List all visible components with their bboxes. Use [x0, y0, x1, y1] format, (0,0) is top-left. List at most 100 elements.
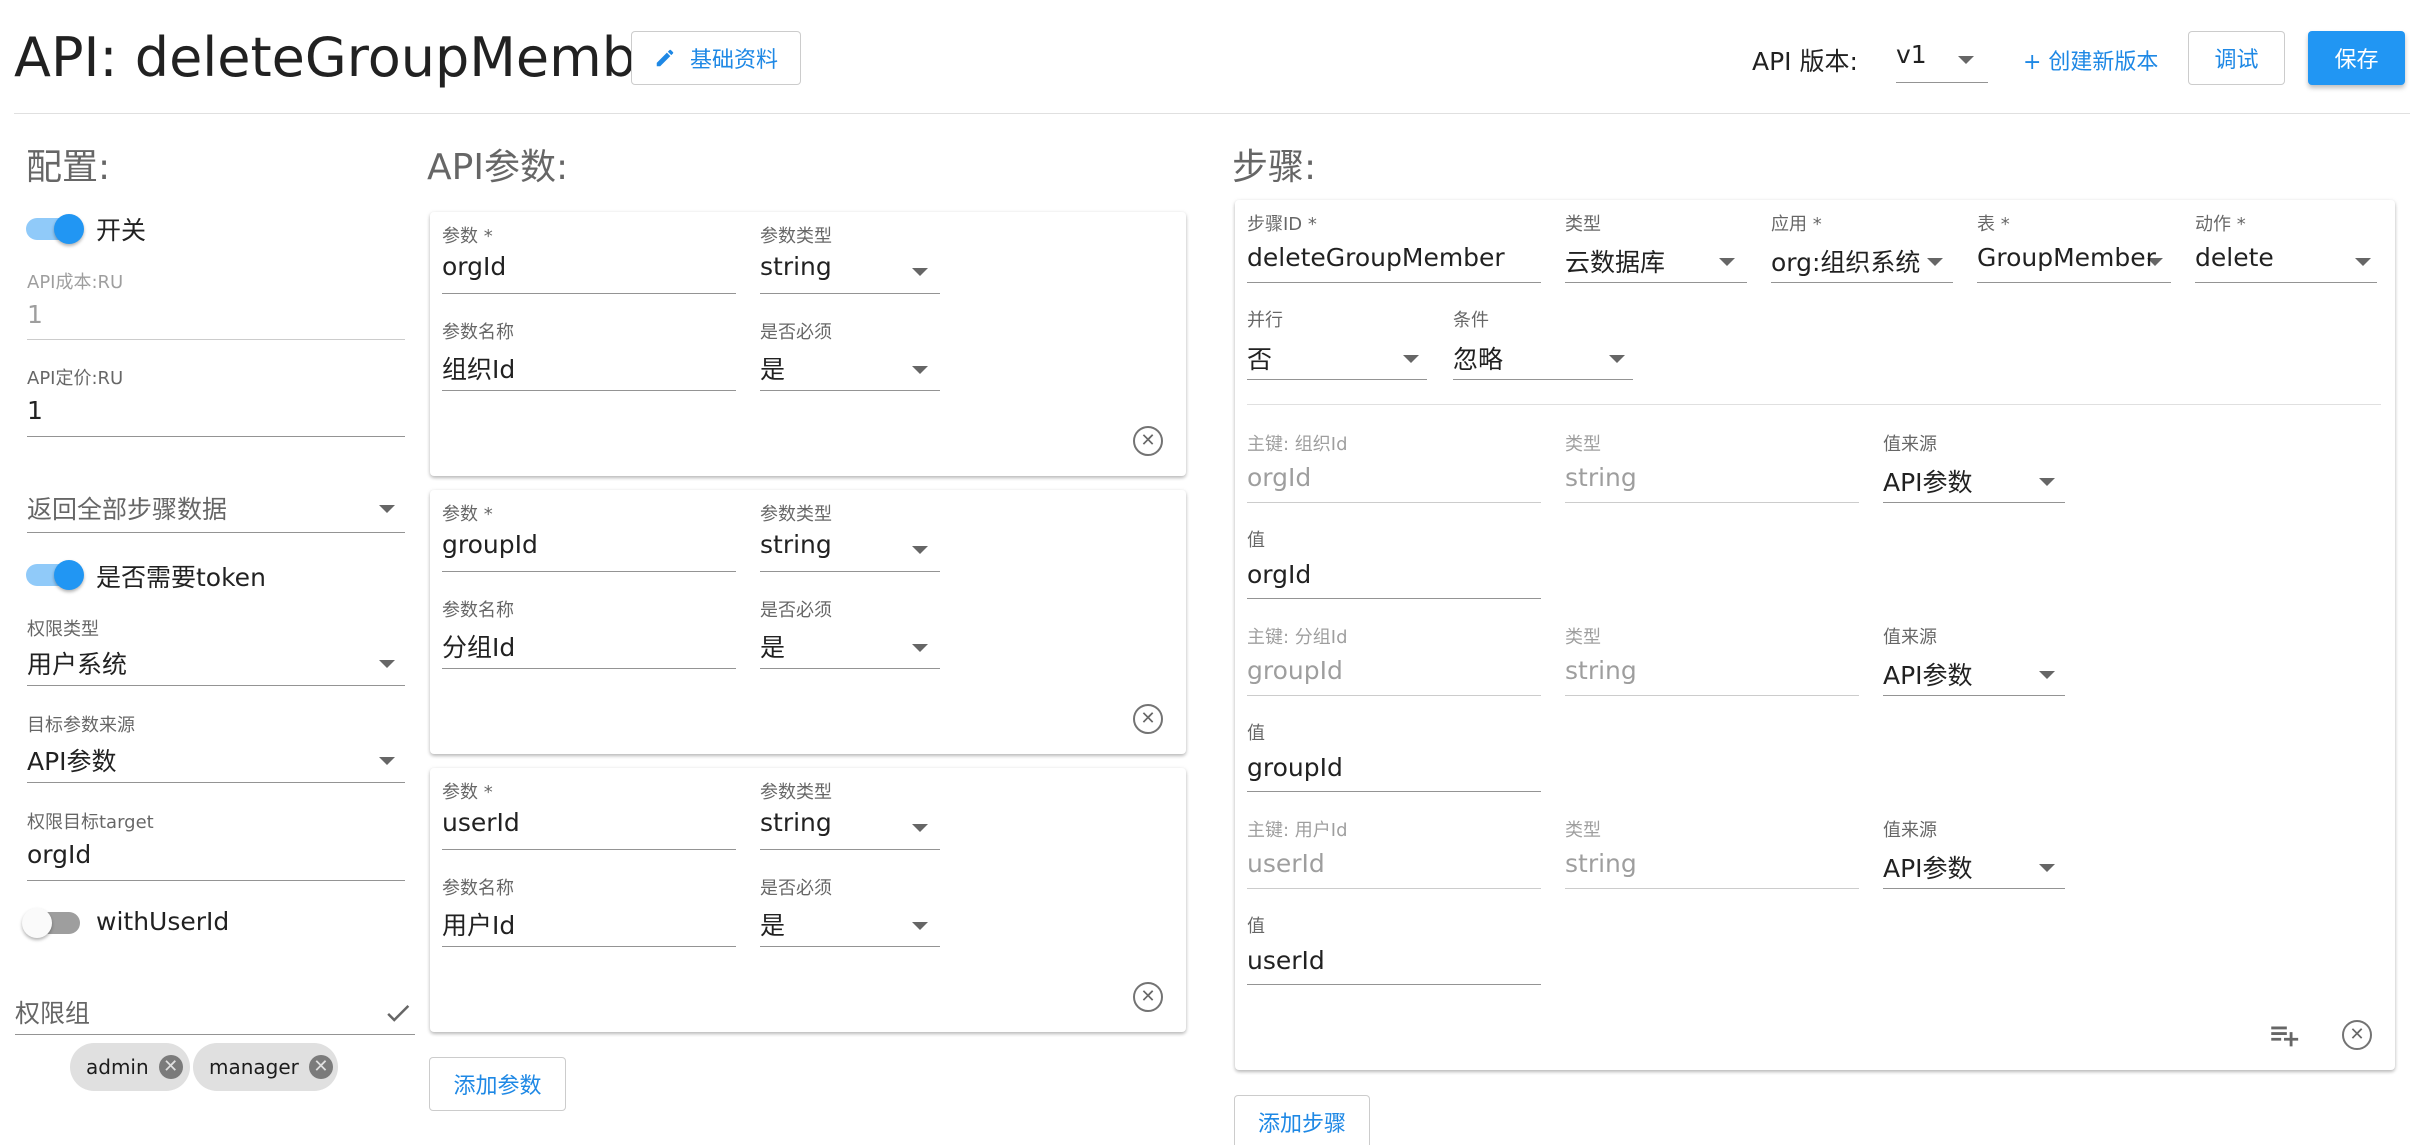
value-input[interactable]: userId	[1247, 946, 1325, 975]
chevron-down-icon	[1609, 355, 1625, 363]
required-label: 是否必须	[760, 600, 832, 621]
chip-manager: manager ✕	[193, 1043, 338, 1091]
param-card: 参数 * groupId 参数类型 string 参数名称 分组Id 是否必须 …	[430, 490, 1186, 754]
save-button[interactable]: 保存	[2308, 31, 2405, 85]
required-label: 是否必须	[760, 878, 832, 899]
config-title: 配置:	[26, 147, 111, 188]
source-select[interactable]: API参数	[1883, 849, 2065, 889]
key-label: 主键: 分组Id	[1247, 627, 1348, 648]
param-underline	[442, 849, 736, 850]
key-type-underline	[1565, 502, 1859, 503]
remove-step-icon[interactable]: ✕	[2342, 1020, 2372, 1050]
chevron-down-icon	[912, 824, 928, 832]
param-name-label: 参数名称	[442, 600, 514, 621]
value-input[interactable]: orgId	[1247, 560, 1311, 589]
required-underline	[760, 946, 940, 947]
param-name-input[interactable]: 组织Id	[442, 350, 515, 386]
parallel-select[interactable]: 否	[1247, 340, 1427, 380]
switch-toggle[interactable]	[26, 212, 86, 246]
param-type-underline	[760, 293, 940, 294]
condition-select[interactable]: 忽略	[1453, 340, 1633, 380]
app-select[interactable]: org:组织系统	[1771, 243, 1953, 283]
required-select[interactable]: 是	[760, 906, 940, 948]
source-select[interactable]: API参数	[1883, 656, 2065, 696]
create-version-link[interactable]: + 创建新版本	[2023, 44, 2158, 76]
target-source-label: 目标参数来源	[27, 715, 135, 736]
type-select[interactable]: 云数据库	[1565, 243, 1747, 283]
chevron-down-icon	[379, 660, 395, 668]
param-type-select[interactable]: string	[760, 252, 940, 294]
source-underline	[1883, 502, 2065, 503]
source-select[interactable]: API参数	[1883, 463, 2065, 503]
check-icon[interactable]	[383, 998, 413, 1028]
param-input[interactable]: groupId	[442, 530, 538, 559]
param-type-underline	[760, 849, 940, 850]
key-underline	[1247, 695, 1541, 696]
required-select[interactable]: 是	[760, 350, 940, 392]
close-icon[interactable]: ✕	[158, 1055, 183, 1079]
required-value: 是	[760, 633, 786, 662]
condition-value: 忽略	[1453, 345, 1504, 374]
remove-param-icon[interactable]: ✕	[1133, 704, 1163, 734]
value-input[interactable]: groupId	[1247, 753, 1343, 782]
source-underline	[1883, 695, 2065, 696]
chevron-down-icon	[379, 505, 395, 513]
token-toggle[interactable]	[26, 558, 86, 592]
perm-group-field[interactable]: 权限组	[15, 994, 415, 1035]
price-input[interactable]: 1	[27, 396, 43, 425]
required-select[interactable]: 是	[760, 628, 940, 670]
parallel-label: 并行	[1247, 310, 1283, 331]
param-name-label: 参数名称	[442, 878, 514, 899]
action-underline	[2195, 282, 2377, 283]
app-value: org:组织系统	[1771, 248, 1921, 277]
add-step-button[interactable]: 添加步骤	[1234, 1095, 1370, 1145]
step-id-underline	[1247, 282, 1541, 283]
param-input[interactable]: orgId	[442, 252, 506, 281]
remove-param-icon[interactable]: ✕	[1133, 426, 1163, 456]
param-type-select[interactable]: string	[760, 530, 940, 572]
param-input[interactable]: userId	[442, 808, 520, 837]
step-card: 步骤ID * deleteGroupMember 类型 云数据库 应用 * or…	[1235, 200, 2395, 1070]
add-param-button[interactable]: 添加参数	[429, 1057, 566, 1111]
param-name-input[interactable]: 分组Id	[442, 628, 515, 664]
basic-info-button[interactable]: 基础资料	[631, 31, 801, 85]
source-label: 值来源	[1883, 820, 1937, 841]
app-underline	[1771, 282, 1953, 283]
playlist-add-icon[interactable]	[2267, 1018, 2301, 1052]
target-source-select[interactable]: API参数	[27, 742, 405, 786]
value-label: 值	[1247, 530, 1265, 551]
step-id-input[interactable]: deleteGroupMember	[1247, 243, 1505, 272]
perm-target-input[interactable]: orgId	[27, 840, 91, 869]
param-name-underline	[442, 390, 736, 391]
remove-param-icon[interactable]: ✕	[1133, 982, 1163, 1012]
param-name-input[interactable]: 用户Id	[442, 906, 515, 942]
params-title: API参数:	[427, 147, 569, 188]
action-value: delete	[2195, 243, 2274, 272]
chevron-down-icon	[1958, 56, 1974, 64]
key-underline	[1247, 888, 1541, 889]
param-underline	[442, 571, 736, 572]
debug-button[interactable]: 调试	[2188, 31, 2285, 85]
toggle-thumb	[54, 560, 84, 590]
action-select[interactable]: delete	[2195, 243, 2377, 283]
param-type-underline	[760, 571, 940, 572]
close-icon[interactable]: ✕	[308, 1055, 333, 1079]
cost-label: API成本:RU	[27, 272, 124, 293]
table-value: GroupMember	[1977, 243, 2156, 272]
return-all-select[interactable]: 返回全部步骤数据	[27, 490, 405, 534]
with-user-label: withUserId	[96, 907, 230, 936]
param-name-label: 参数名称	[442, 322, 514, 343]
condition-underline	[1453, 379, 1633, 380]
required-underline	[760, 668, 940, 669]
param-type-select[interactable]: string	[760, 808, 940, 850]
perm-type-select[interactable]: 用户系统	[27, 645, 405, 689]
version-select[interactable]: v1	[1896, 36, 1988, 84]
perm-target-underline	[27, 880, 405, 881]
table-select[interactable]: GroupMember	[1977, 243, 2171, 283]
perm-type-value: 用户系统	[27, 650, 128, 679]
cost-underline	[27, 339, 405, 340]
value-underline	[1247, 791, 1541, 792]
source-label: 值来源	[1883, 434, 1937, 455]
chevron-down-icon	[912, 546, 928, 554]
with-user-toggle[interactable]	[22, 906, 82, 940]
